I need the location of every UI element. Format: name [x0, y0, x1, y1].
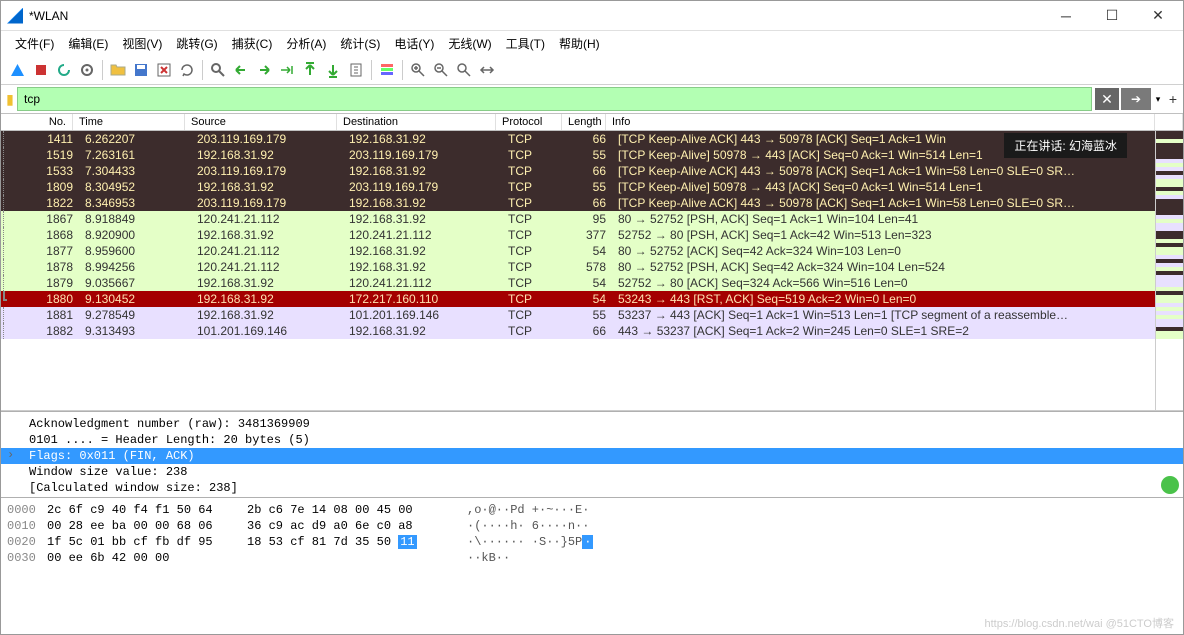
menu-wireless[interactable]: 无线(W)	[442, 33, 497, 54]
packet-row[interactable]: 15337.304433203.119.169.179192.168.31.92…	[1, 163, 1155, 179]
menu-analyze[interactable]: 分析(A)	[280, 33, 332, 54]
reload-button[interactable]	[176, 59, 198, 81]
packet-list[interactable]: 正在讲话: 幻海蓝冰 14116.262207203.119.169.17919…	[1, 131, 1155, 410]
menu-edit[interactable]: 编辑(E)	[62, 33, 114, 54]
display-filter-input[interactable]	[17, 87, 1092, 111]
packet-row[interactable]: 18778.959600120.241.21.112192.168.31.92T…	[1, 243, 1155, 259]
packet-row[interactable]: 18829.313493101.201.169.146192.168.31.92…	[1, 323, 1155, 339]
filter-bar: ▮ ✕ ➔ ▾ +	[1, 85, 1183, 113]
packet-details-pane[interactable]: Acknowledgment number (raw): 3481369909 …	[1, 411, 1183, 497]
stop-capture-button[interactable]	[30, 59, 52, 81]
prev-button[interactable]	[230, 59, 252, 81]
watermark: https://blog.csdn.net/wai @51CTO博客	[985, 615, 1175, 631]
packet-row[interactable]: 14116.262207203.119.169.179192.168.31.92…	[1, 131, 1155, 147]
minimize-button[interactable]: ─	[1043, 1, 1089, 31]
col-info[interactable]: Info	[606, 114, 1155, 130]
close-file-button[interactable]	[153, 59, 175, 81]
app-icon	[7, 8, 23, 24]
next-button[interactable]	[253, 59, 275, 81]
start-capture-button[interactable]	[7, 59, 29, 81]
packet-row[interactable]: 18819.278549192.168.31.92101.201.169.146…	[1, 307, 1155, 323]
col-time[interactable]: Time	[73, 114, 185, 130]
col-no[interactable]: No.	[1, 114, 73, 130]
packet-row[interactable]: 18228.346953203.119.169.179192.168.31.92…	[1, 195, 1155, 211]
detail-hdr-len[interactable]: 0101 .... = Header Length: 20 bytes (5)	[21, 432, 1183, 448]
bookmark-icon[interactable]: ▮	[3, 89, 17, 109]
expert-indicator[interactable]	[1161, 476, 1179, 494]
expand-icon[interactable]: ›	[7, 448, 14, 462]
find-button[interactable]	[207, 59, 229, 81]
packet-row[interactable]: 15197.263161192.168.31.92203.119.169.179…	[1, 147, 1155, 163]
colorize-button[interactable]	[376, 59, 398, 81]
packet-row[interactable]: 18788.994256120.241.21.112192.168.31.92T…	[1, 259, 1155, 275]
packet-row[interactable]: 18809.130452192.168.31.92172.217.160.110…	[1, 291, 1155, 307]
auto-scroll-button[interactable]	[345, 59, 367, 81]
goto-button[interactable]	[276, 59, 298, 81]
detail-ack-raw[interactable]: Acknowledgment number (raw): 3481369909	[21, 416, 1183, 432]
menu-file[interactable]: 文件(F)	[9, 33, 60, 54]
detail-flags[interactable]: Flags: 0x011 (FIN, ACK)	[1, 448, 1183, 464]
packet-row[interactable]: 18098.304952192.168.31.92203.119.169.179…	[1, 179, 1155, 195]
zoom-reset-button[interactable]	[453, 59, 475, 81]
zoom-out-button[interactable]	[430, 59, 452, 81]
filter-clear-button[interactable]: ✕	[1095, 88, 1119, 110]
packet-row[interactable]: 18799.035667192.168.31.92120.241.21.112T…	[1, 275, 1155, 291]
packet-row[interactable]: 18678.918849120.241.21.112192.168.31.92T…	[1, 211, 1155, 227]
menu-tools[interactable]: 工具(T)	[500, 33, 551, 54]
last-button[interactable]	[322, 59, 344, 81]
detail-win-val[interactable]: Window size value: 238	[21, 464, 1183, 480]
filter-add-button[interactable]: +	[1165, 91, 1181, 107]
save-button[interactable]	[130, 59, 152, 81]
close-button[interactable]: ✕	[1135, 1, 1181, 31]
maximize-button[interactable]: ☐	[1089, 1, 1135, 31]
menu-capture[interactable]: 捕获(C)	[226, 33, 279, 54]
filter-apply-button[interactable]: ➔	[1121, 88, 1151, 110]
menubar: 文件(F) 编辑(E) 视图(V) 跳转(G) 捕获(C) 分析(A) 统计(S…	[1, 31, 1183, 55]
options-button[interactable]	[76, 59, 98, 81]
menu-stats[interactable]: 统计(S)	[334, 33, 386, 54]
packet-row[interactable]: 18688.920900192.168.31.92120.241.21.112T…	[1, 227, 1155, 243]
menu-go[interactable]: 跳转(G)	[170, 33, 223, 54]
zoom-in-button[interactable]	[407, 59, 429, 81]
menu-help[interactable]: 帮助(H)	[553, 33, 606, 54]
window-title: *WLAN	[29, 9, 1043, 23]
first-button[interactable]	[299, 59, 321, 81]
packet-minimap[interactable]	[1155, 131, 1183, 410]
filter-history-dropdown[interactable]: ▾	[1151, 94, 1165, 105]
col-len[interactable]: Length	[562, 114, 606, 130]
menu-tel[interactable]: 电话(Y)	[388, 33, 440, 54]
menu-view[interactable]: 视图(V)	[116, 33, 168, 54]
col-src[interactable]: Source	[185, 114, 337, 130]
titlebar: *WLAN ─ ☐ ✕	[1, 1, 1183, 31]
toolbar	[1, 55, 1183, 85]
restart-capture-button[interactable]	[53, 59, 75, 81]
detail-calc-win[interactable]: [Calculated window size: 238]	[21, 480, 1183, 496]
packet-bytes-pane[interactable]: 00002c 6f c9 40 f4 f1 50 64 2b c6 7e 14 …	[1, 497, 1183, 617]
speaking-tooltip: 正在讲话: 幻海蓝冰	[1004, 133, 1127, 158]
open-button[interactable]	[107, 59, 129, 81]
col-proto[interactable]: Protocol	[496, 114, 562, 130]
col-dst[interactable]: Destination	[337, 114, 496, 130]
resize-cols-button[interactable]	[476, 59, 498, 81]
packet-list-header: No. Time Source Destination Protocol Len…	[1, 113, 1183, 131]
